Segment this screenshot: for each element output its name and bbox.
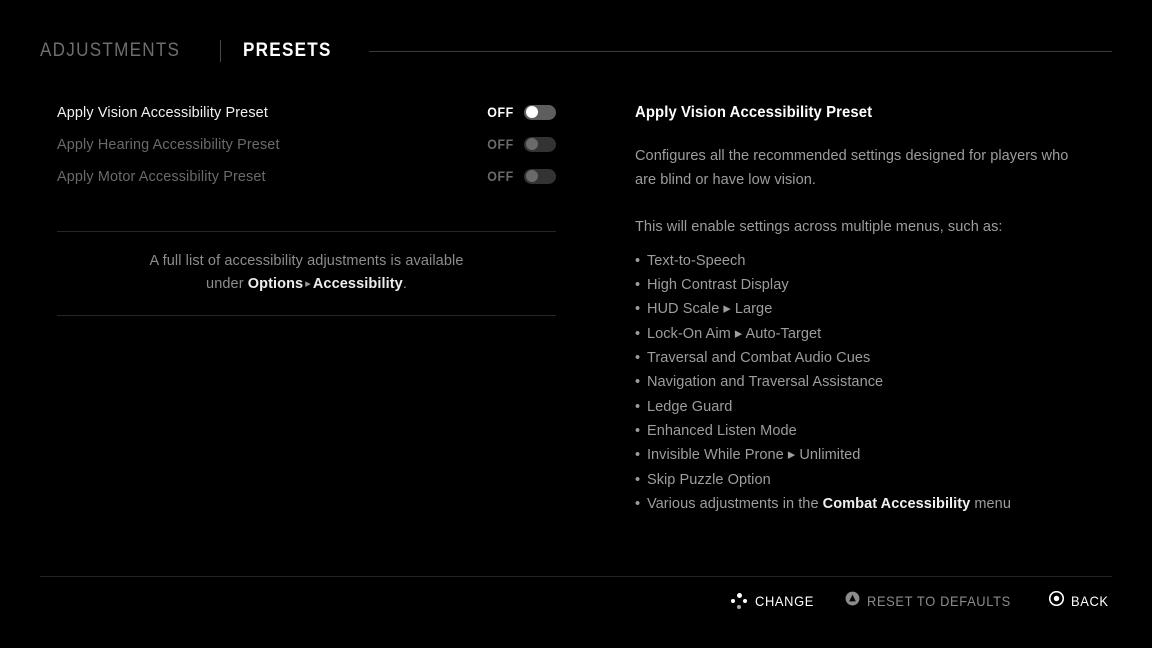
toggle-state-label: OFF [487, 136, 514, 152]
prompt-change-label: CHANGE [754, 593, 814, 609]
list-item: • Lock-On Aim ▸ Auto-Target [635, 322, 1091, 346]
caret-icon: ▸ [305, 278, 311, 290]
bullet-icon: • [635, 397, 641, 415]
toggle-switch[interactable] [524, 104, 556, 120]
footer-divider [40, 576, 1112, 577]
setting-row-apply-vision-preset[interactable]: Apply Vision Accessibility Preset OFF [57, 96, 556, 128]
list-item: • Invisible While Prone ▸ Unlimited [635, 443, 1091, 467]
setting-label: Apply Vision Accessibility Preset [57, 103, 268, 121]
setting-row-apply-hearing-preset[interactable]: Apply Hearing Accessibility Preset OFF [57, 128, 556, 160]
list-item: • Various adjustments in the Combat Acces… [635, 492, 1091, 516]
list-item: • Navigation and Traversal Assistance [635, 370, 1091, 394]
bullet-icon: • [635, 300, 641, 318]
prompt-reset-to-defaults[interactable]: RESET TO DEFAULTS [845, 589, 1023, 613]
tab-adjustments[interactable]: ADJUSTMENTS [40, 40, 180, 62]
playstation-circle-icon [1049, 590, 1065, 611]
list-item-label-emphasis: Combat Accessibility [822, 494, 971, 512]
list-item-label-prefix: Various adjustments in the [646, 494, 823, 512]
bullet-icon: • [635, 276, 641, 294]
setting-row-apply-motor-preset[interactable]: Apply Motor Accessibility Preset OFF [57, 160, 556, 192]
bullet-icon: • [635, 373, 641, 391]
toggle-knob [525, 138, 538, 150]
list-item-label: Traversal and Combat Audio Cues [646, 349, 871, 367]
bullet-icon: • [635, 494, 641, 512]
toggle-knob [525, 170, 538, 182]
list-item-label: Invisible While Prone ▸ Unlimited [646, 446, 861, 464]
list-item: • Ledge Guard [635, 395, 1091, 419]
setting-label: Apply Hearing Accessibility Preset [57, 135, 280, 153]
button-prompt-bar: CHANGE RESET TO DEFAULTS BACK [730, 589, 1112, 613]
tab-separator [219, 40, 221, 62]
accessibility-presets-screen: ADJUSTMENTS PRESETS Apply Vision Accessi… [0, 0, 1152, 648]
playstation-triangle-icon [845, 591, 860, 611]
toggle-state-label: OFF [487, 168, 514, 184]
bullet-icon: • [635, 324, 641, 342]
bullet-icon: • [635, 349, 641, 367]
setting-label: Apply Motor Accessibility Preset [57, 167, 266, 185]
list-item-label: Enhanced Listen Mode [646, 421, 797, 439]
hint-line-1: A full list of accessibility adjustments… [149, 253, 464, 269]
tab-presets[interactable]: PRESETS [243, 40, 332, 62]
list-item-label: Skip Puzzle Option [646, 470, 771, 488]
prompt-back-label: BACK [1071, 593, 1109, 609]
detail-bullet-list: • Text-to-Speech • High Contrast Display •… [635, 249, 1105, 516]
list-item: • Text-to-Speech [635, 249, 1091, 273]
toggle-knob [525, 106, 538, 118]
detail-paragraph-2: This will enable settings across multipl… [635, 217, 1003, 235]
list-item-label: Text-to-Speech [646, 251, 746, 269]
bullet-icon: • [635, 470, 641, 488]
list-item-label: Lock-On Aim ▸ Auto-Target [646, 324, 822, 342]
list-item-label: High Contrast Display [646, 276, 789, 294]
setting-control[interactable]: OFF [485, 168, 556, 184]
bullet-icon: • [635, 421, 641, 439]
list-item-label: Ledge Guard [646, 397, 733, 415]
prompt-change[interactable]: CHANGE [730, 589, 819, 613]
detail-panel: Apply Vision Accessibility Preset Config… [635, 104, 1105, 516]
toggle-switch[interactable] [524, 168, 556, 184]
list-item: • HUD Scale ▸ Large [635, 297, 1091, 321]
list-item: • High Contrast Display [635, 273, 1091, 297]
setting-control[interactable]: OFF [485, 104, 556, 120]
toggle-switch[interactable] [524, 136, 556, 152]
tab-bar: ADJUSTMENTS PRESETS [40, 36, 1112, 66]
bullet-icon: • [635, 446, 641, 464]
list-item: • Traversal and Combat Audio Cues [635, 346, 1091, 370]
bullet-icon: • [635, 251, 641, 269]
hint-line-2-prefix: under [206, 276, 248, 292]
hint-line-2-suffix: . [402, 276, 407, 292]
hint-options-label: Options [247, 276, 304, 292]
list-item-label-suffix: menu [970, 494, 1011, 512]
list-item-label: Navigation and Traversal Assistance [646, 373, 884, 391]
list-item: • Skip Puzzle Option [635, 468, 1091, 492]
dpad-icon [730, 592, 748, 610]
accessibility-hint-block: A full list of accessibility adjustments… [57, 231, 556, 316]
setting-control[interactable]: OFF [485, 136, 556, 152]
toggle-state-label: OFF [487, 104, 514, 120]
detail-paragraph-1: Configures all the recommended settings … [635, 147, 1069, 189]
list-item: • Enhanced Listen Mode [635, 419, 1091, 443]
tab-bar-rule [369, 50, 1112, 52]
prompt-back[interactable]: BACK [1049, 589, 1112, 613]
prompt-reset-label: RESET TO DEFAULTS [866, 593, 1011, 609]
settings-list: Apply Vision Accessibility Preset OFF Ap… [57, 96, 556, 192]
accessibility-hint-text: A full list of accessibility adjustments… [61, 250, 552, 296]
hint-accessibility-label: Accessibility [312, 276, 403, 292]
detail-title: Apply Vision Accessibility Preset [635, 104, 873, 121]
list-item-label: HUD Scale ▸ Large [646, 300, 773, 318]
